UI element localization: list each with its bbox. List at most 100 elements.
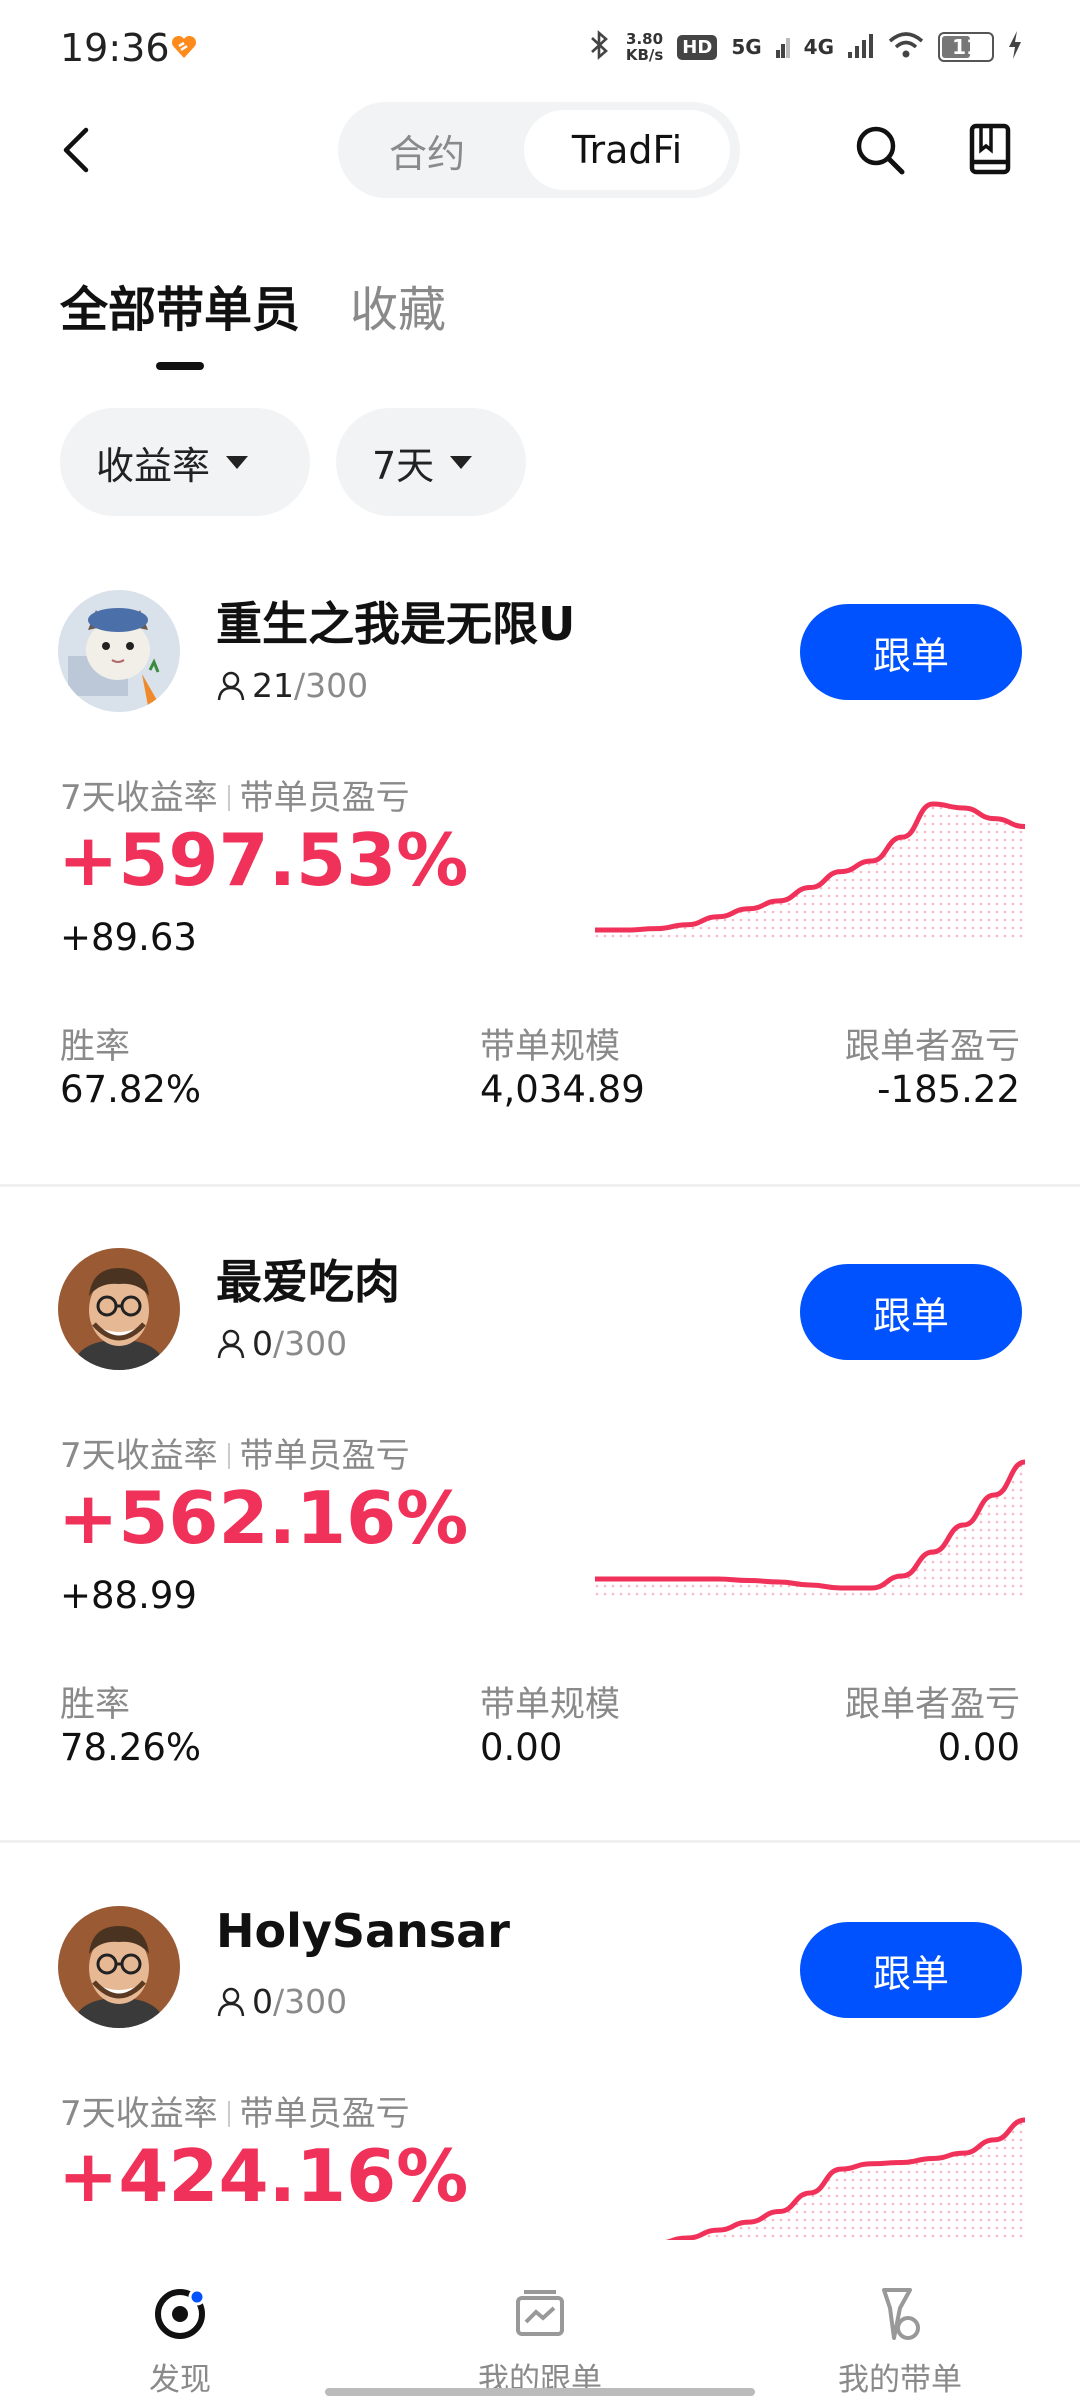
back-button[interactable] [58, 120, 118, 180]
scale-label: 带单规模 [480, 1027, 621, 1067]
trader-card[interactable]: 重生之我是无限U 21/300 跟单 7天收益率 带单员盈亏 +597.53% +… [0, 560, 1080, 1180]
sparkline-area [673, 2120, 1025, 2240]
tab-contracts[interactable]: 合约 [352, 110, 502, 190]
trader-name[interactable]: 重生之我是无限U [216, 588, 575, 654]
top-nav: 合约 TradFi [0, 100, 1080, 200]
roi-sparkline [595, 1459, 1025, 1598]
followers-max: /300 [273, 1324, 348, 1363]
roi-value: +562.16% [58, 1476, 469, 1560]
pnl-label-text: 带单员盈亏 [239, 778, 410, 818]
nav-discover[interactable]: 发现 [30, 2240, 330, 2400]
nav-my-lead-trades-label: 我的带单 [838, 2362, 962, 2398]
follower-pnl-value: 0.00 [937, 1726, 1020, 1769]
battery-icon: 11 [938, 32, 994, 62]
follow-button[interactable]: 跟单 [800, 1922, 1022, 2018]
sparkline-area [595, 804, 1025, 940]
user-icon [217, 1987, 245, 2016]
chevron-left-icon [63, 127, 89, 173]
roi-label: 7天收益率 带单员盈亏 [60, 770, 410, 819]
sort-filter-label: 收益率 [96, 443, 211, 488]
sort-filter-dropdown[interactable]: 收益率 [60, 408, 310, 516]
roi-label: 7天收益率 带单员盈亏 [60, 2086, 410, 2135]
win-rate-value: 67.82% [60, 1068, 202, 1111]
heart-badge-icon [170, 34, 198, 64]
hd-icon: HD [677, 34, 718, 60]
roi-label-text: 7天收益率 [60, 2094, 218, 2134]
follower-count: 21/300 [216, 666, 368, 705]
follow-button[interactable]: 跟单 [800, 1264, 1022, 1360]
caret-down-icon [226, 455, 249, 469]
tab-favorites[interactable]: 收藏 [350, 270, 446, 340]
scale-label: 带单规模 [480, 1685, 621, 1725]
sim1-label: 5G [731, 35, 762, 59]
net-speed: 3.80 KB/s [626, 31, 663, 63]
tab-indicator [156, 362, 204, 370]
nav-my-copy-trades[interactable]: 我的跟单 [390, 2240, 690, 2400]
status-bar: 19:36 3.80 KB/s HD 5G 4G 11 [0, 0, 1080, 100]
user-icon [217, 1329, 245, 1358]
lead-trading-icon [882, 2288, 920, 2340]
book-icon [969, 123, 1011, 175]
followers-current: 0 [252, 1982, 273, 2021]
follower-pnl-label: 跟单者盈亏 [844, 1685, 1020, 1725]
tab-tradfi[interactable]: TradFi [524, 110, 730, 190]
trader-name[interactable]: 最爱吃肉 [216, 1246, 400, 1312]
status-icons: 3.80 KB/s HD 5G 4G 11 [588, 30, 1022, 64]
roi-label-text: 7天收益率 [60, 778, 218, 818]
divider [0, 1184, 1080, 1187]
follow-button[interactable]: 跟单 [800, 604, 1022, 700]
signal-icon-2 [848, 32, 874, 62]
sim1-network: 5G [731, 35, 761, 59]
avatar[interactable] [58, 1906, 180, 2028]
roi-label-text: 7天收益率 [60, 1436, 218, 1476]
search-button[interactable] [850, 120, 910, 180]
pnl-label-text: 带单员盈亏 [239, 2094, 410, 2134]
followers-max: /300 [273, 1982, 348, 2021]
wifi-icon [888, 31, 924, 63]
discover-icon [155, 2288, 206, 2339]
market-segmented-control: 合约 TradFi [338, 102, 740, 198]
trader-pnl: +88.99 [60, 1574, 197, 1617]
roi-value: +424.16% [58, 2134, 469, 2218]
follower-count: 0/300 [216, 1324, 347, 1363]
sim2-label: 4G [803, 35, 834, 59]
avatar[interactable] [58, 1248, 180, 1370]
copy-trading-icon [516, 2290, 564, 2336]
followers-current: 0 [252, 1324, 273, 1363]
status-time: 19:36 [60, 26, 170, 70]
follower-pnl-value: -185.22 [877, 1068, 1020, 1111]
roi-sparkline [665, 2117, 1025, 2240]
trader-card[interactable]: 最爱吃肉 0/300 跟单 7天收益率 带单员盈亏 +562.16% +88.99… [0, 1218, 1080, 1838]
roi-value: +597.53% [58, 818, 469, 902]
guide-button[interactable] [960, 120, 1020, 180]
home-indicator [325, 2388, 755, 2396]
bluetooth-icon [588, 30, 612, 64]
trader-name[interactable]: HolySansar [216, 1904, 510, 1958]
bottom-nav: 发现 我的跟单 我的带单 [0, 2240, 1080, 2400]
trader-card[interactable]: HolySansar 0/300 跟单 7天收益率 带单员盈亏 +424.16% [0, 1876, 1080, 2240]
win-rate-label: 胜率 [60, 1685, 131, 1725]
sim2-network: 4G [804, 35, 834, 59]
tab-all-traders[interactable]: 全部带单员 [60, 270, 300, 340]
nav-my-lead-trades[interactable]: 我的带单 [750, 2240, 1050, 2400]
follower-pnl-label: 跟单者盈亏 [844, 1027, 1020, 1067]
battery-level: 11 [952, 35, 980, 59]
roi-sparkline [595, 801, 1025, 940]
follower-count: 0/300 [216, 1982, 347, 2021]
period-filter-dropdown[interactable]: 7天 [336, 408, 526, 516]
signal-icon [775, 32, 790, 62]
trader-pnl: +89.63 [60, 916, 197, 959]
scale-value: 0.00 [480, 1726, 563, 1769]
followers-current: 21 [252, 666, 294, 705]
avatar[interactable] [58, 590, 180, 712]
divider [0, 1840, 1080, 1843]
nav-discover-label: 发现 [149, 2362, 211, 2398]
user-icon [217, 671, 245, 700]
roi-label: 7天收益率 带单员盈亏 [60, 1428, 410, 1477]
period-filter-label: 7天 [372, 443, 435, 488]
charging-icon [1008, 31, 1022, 63]
scale-value: 4,034.89 [480, 1068, 645, 1111]
pnl-label-text: 带单员盈亏 [239, 1436, 410, 1476]
win-rate-value: 78.26% [60, 1726, 202, 1769]
caret-down-icon [450, 455, 473, 469]
